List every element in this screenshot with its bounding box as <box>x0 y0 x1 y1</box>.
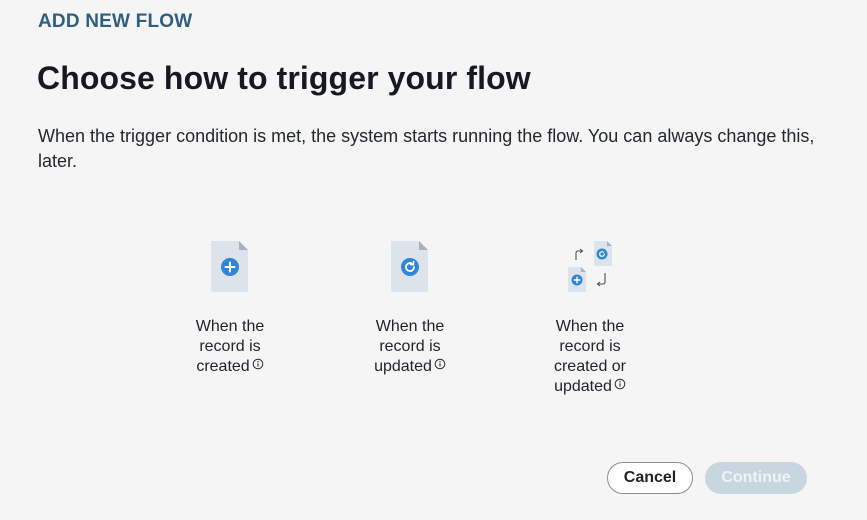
continue-button[interactable]: Continue <box>705 462 807 494</box>
eyebrow-label: ADD NEW FLOW <box>38 11 193 32</box>
document-plus-icon <box>175 238 285 298</box>
trigger-option-label: When the record is created <box>195 318 265 376</box>
document-refresh-icon <box>355 238 465 298</box>
trigger-option-created-or-updated[interactable]: When the record is created or updated <box>535 238 645 397</box>
info-icon[interactable] <box>614 376 626 396</box>
trigger-option-updated[interactable]: When the record is updated <box>355 238 465 377</box>
page-title: Choose how to trigger your flow <box>37 60 531 96</box>
documents-swap-icon <box>535 238 645 298</box>
page-description: When the trigger condition is met, the s… <box>38 126 815 171</box>
info-icon[interactable] <box>252 356 264 376</box>
trigger-option-label: When the record is created or updated <box>553 318 627 396</box>
trigger-option-label: When the record is updated <box>374 318 446 376</box>
cancel-button[interactable]: Cancel <box>607 462 693 494</box>
info-icon[interactable] <box>434 356 446 376</box>
trigger-option-created[interactable]: When the record is created <box>175 238 285 377</box>
